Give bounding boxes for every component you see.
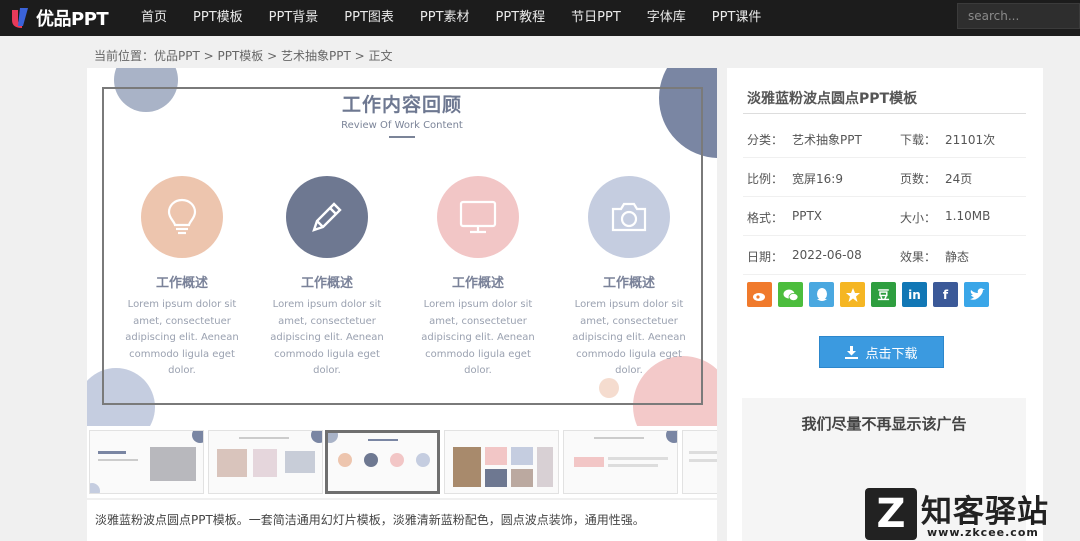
info-value: 宽屏16:9 [792, 172, 843, 186]
info-row: 日期： 2022-06-08 效果： 静态 [743, 236, 1026, 275]
download-label: 点击下载 [865, 346, 918, 362]
slide-thumbnail[interactable] [563, 430, 678, 494]
download-button[interactable]: 点击下载 [819, 336, 944, 368]
pencil-icon [312, 202, 342, 232]
thumbnail-strip [87, 428, 717, 496]
info-key: 日期： [747, 250, 784, 264]
feature-circle [437, 176, 519, 258]
feature-circle [141, 176, 223, 258]
feature-title: 工作概述 [602, 276, 655, 291]
nav-item-ppt-charts[interactable]: PPT图表 [331, 0, 407, 36]
feature-title: 工作概述 [155, 276, 208, 291]
site-logo[interactable]: 优品PPT [10, 4, 109, 32]
nav-item-ppt-backgrounds[interactable]: PPT背景 [256, 0, 332, 36]
feature-card: 工作概述 Lorem ipsum dolor sit amet, consect… [117, 176, 247, 380]
info-key: 下载： [900, 133, 937, 147]
camera-icon [611, 202, 647, 232]
slide-thumbnail[interactable] [682, 430, 717, 494]
watermark-text: 知客驿站 [921, 494, 1049, 530]
info-value: 2022-06-08 [792, 248, 862, 262]
feature-circle [286, 176, 368, 258]
feature-circle [588, 176, 670, 258]
info-value: 1.10MB [945, 209, 991, 223]
linkedin-icon[interactable]: in [902, 282, 927, 307]
feature-text: Lorem ipsum dolor sit amet, consectetuer… [421, 299, 535, 376]
nav-item-home[interactable]: 首页 [128, 0, 180, 36]
info-panel: 淡雅蓝粉波点圆点PPT模板 分类： 艺术抽象PPT 下载： 21101次 比例：… [727, 68, 1043, 541]
monitor-icon [459, 200, 497, 234]
weibo-icon[interactable] [747, 282, 772, 307]
download-icon [845, 345, 859, 359]
twitter-icon[interactable] [964, 282, 989, 307]
feature-title: 工作概述 [451, 276, 504, 291]
breadcrumb: 当前位置：优品PPT > PPT模板 > 艺术抽象PPT > 正文 [94, 49, 393, 63]
info-key: 比例： [747, 172, 784, 186]
facebook-icon[interactable]: f [933, 282, 958, 307]
feature-card: 工作概述 Lorem ipsum dolor sit amet, consect… [262, 176, 392, 380]
info-value[interactable]: 艺术抽象PPT [792, 131, 862, 148]
slide-thumbnail[interactable] [444, 430, 559, 494]
preview-panel: 工作内容回顾 Review Of Work Content 工作概述 Lorem… [87, 68, 717, 498]
title-underline [389, 136, 415, 138]
feature-card: 工作概述 Lorem ipsum dolor sit amet, consect… [413, 176, 543, 380]
qq-icon[interactable] [809, 282, 834, 307]
feature-text: Lorem ipsum dolor sit amet, consectetuer… [125, 299, 239, 376]
feature-card: 工作概述 Lorem ipsum dolor sit amet, consect… [564, 176, 694, 380]
info-value: 24页 [945, 172, 973, 186]
watermark-url: www.zkcee.com [927, 526, 1039, 539]
feature-text: Lorem ipsum dolor sit amet, consectetuer… [270, 299, 384, 376]
nav-item-ppt-templates[interactable]: PPT模板 [180, 0, 256, 36]
qzone-icon[interactable] [840, 282, 865, 307]
info-key: 格式： [747, 211, 784, 225]
nav-item-holiday-ppt[interactable]: 节日PPT [558, 0, 634, 36]
slide-thumbnail[interactable] [89, 430, 204, 494]
info-row: 格式： PPTX 大小： 1.10MB [743, 197, 1026, 236]
info-key: 分类： [747, 133, 784, 147]
nav-item-ppt-materials[interactable]: PPT素材 [407, 0, 483, 36]
logo-text: 优品PPT [36, 9, 109, 30]
logo-mark-icon [12, 8, 28, 28]
info-row: 分类： 艺术抽象PPT 下载： 21101次 [743, 119, 1026, 158]
nav-item-ppt-tutorials[interactable]: PPT教程 [483, 0, 559, 36]
slide-title: 工作内容回顾 [341, 94, 462, 116]
share-buttons: 豆 in f [747, 282, 995, 307]
template-title: 淡雅蓝粉波点圆点PPT模板 [747, 91, 918, 107]
feature-title: 工作概述 [300, 276, 353, 291]
slide-preview: 工作内容回顾 Review Of Work Content 工作概述 Lorem… [87, 68, 717, 426]
divider [743, 113, 1026, 114]
info-value: PPTX [792, 209, 823, 223]
template-description-box: 淡雅蓝粉波点圆点PPT模板。一套简洁通用幻灯片模板，淡雅清新蓝粉配色，圆点波点装… [87, 500, 717, 541]
slide-subtitle: Review Of Work Content [341, 120, 463, 131]
nav-item-courseware[interactable]: PPT课件 [699, 0, 775, 36]
top-navbar: 优品PPT 首页 PPT模板 PPT背景 PPT图表 PPT素材 PPT教程 节… [0, 0, 1080, 36]
watermark: Z 知客驿站 www.zkcee.com [865, 488, 1080, 541]
douban-icon[interactable]: 豆 [871, 282, 896, 307]
search-input[interactable]: search... [957, 3, 1080, 29]
feature-text: Lorem ipsum dolor sit amet, consectetuer… [572, 299, 686, 376]
main-nav: 首页 PPT模板 PPT背景 PPT图表 PPT素材 PPT教程 节日PPT 字… [128, 0, 774, 36]
info-row: 比例： 宽屏16:9 页数： 24页 [743, 158, 1026, 197]
ad-text: 我们尽量不再显示该广告 [801, 415, 967, 433]
template-description: 淡雅蓝粉波点圆点PPT模板。一套简洁通用幻灯片模板，淡雅清新蓝粉配色，圆点波点装… [95, 513, 645, 527]
info-key: 效果： [900, 250, 937, 264]
info-key: 大小： [900, 211, 937, 225]
info-value: 21101次 [945, 133, 996, 147]
wechat-icon[interactable] [778, 282, 803, 307]
slide-thumbnail-active[interactable] [325, 430, 440, 494]
watermark-logo: Z [865, 488, 917, 540]
lightbulb-icon [167, 198, 197, 235]
info-key: 页数： [900, 172, 937, 186]
slide-thumbnail[interactable] [208, 430, 323, 494]
info-value: 静态 [945, 250, 970, 264]
nav-item-fonts[interactable]: 字体库 [634, 0, 699, 36]
